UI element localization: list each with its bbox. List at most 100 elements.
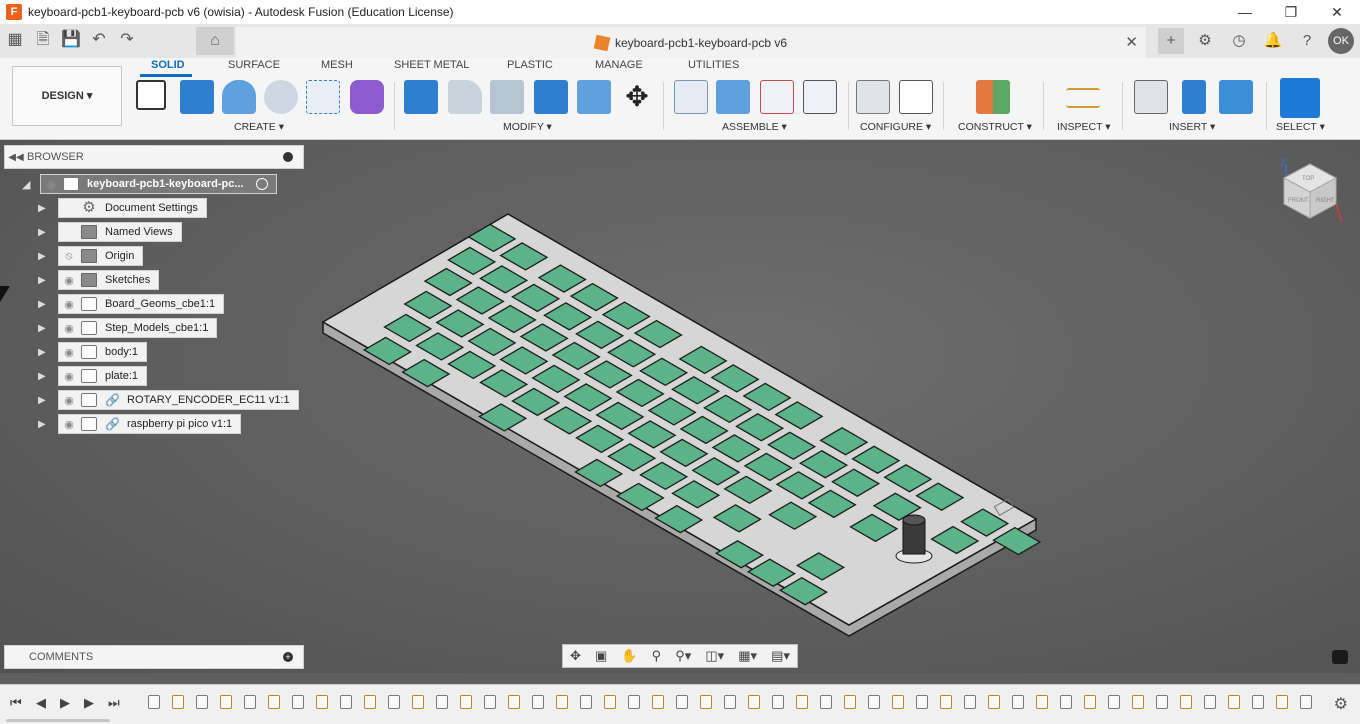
timeline-settings-gear-icon[interactable]: ⚙ — [1334, 694, 1348, 714]
workspace-switcher[interactable]: DESIGN ▾ — [12, 66, 122, 126]
timeline-feature-marker[interactable] — [700, 695, 712, 709]
insert-canvas-icon[interactable] — [1219, 80, 1253, 114]
expand-triangle-icon[interactable]: ▶ — [38, 275, 52, 286]
timeline-feature-marker[interactable] — [820, 695, 832, 709]
revolve-icon[interactable] — [222, 80, 256, 114]
timeline-feature-marker[interactable] — [940, 695, 952, 709]
timeline-feature-marker[interactable] — [1276, 695, 1288, 709]
timeline-feature-marker[interactable] — [1060, 695, 1072, 709]
insert-group-label[interactable]: INSERT ▾ — [1169, 121, 1215, 133]
browser-item[interactable]: ◉ 🔗 raspberry pi pico v1:1 — [58, 414, 242, 434]
timeline-feature-marker[interactable] — [148, 695, 160, 709]
press-pull-icon[interactable] — [404, 80, 438, 114]
offset-plane-icon[interactable] — [976, 80, 1010, 114]
split-body-icon[interactable] — [577, 80, 611, 114]
timeline-feature-marker[interactable] — [772, 695, 784, 709]
timeline-feature-marker[interactable] — [1108, 695, 1120, 709]
timeline-feature-marker[interactable] — [244, 695, 256, 709]
tab-plastic[interactable]: PLASTIC — [507, 59, 553, 71]
account-avatar[interactable]: OK — [1328, 28, 1354, 54]
timeline-track[interactable] — [142, 691, 1322, 711]
visibility-eye-icon[interactable]: ◉ — [59, 298, 79, 311]
extensions-icon[interactable]: ⚙ — [1192, 28, 1218, 54]
timeline-feature-marker[interactable] — [748, 695, 760, 709]
expand-triangle-icon[interactable]: ▶ — [38, 347, 52, 358]
close-icon[interactable]: ✕ — [1314, 0, 1360, 24]
timeline-feature-marker[interactable] — [916, 695, 928, 709]
redo-icon[interactable]: ↷ — [116, 29, 138, 51]
viewcube[interactable]: Z TOP FRONT RIGHT — [1276, 158, 1346, 231]
timeline-feature-marker[interactable] — [1084, 695, 1096, 709]
select-icon[interactable] — [1280, 78, 1320, 118]
look-at-icon[interactable]: ▣ — [595, 648, 607, 664]
visibility-eye-icon[interactable]: ◉ — [41, 178, 61, 191]
shell-icon[interactable] — [490, 80, 524, 114]
joint-icon[interactable] — [716, 80, 750, 114]
data-panel-grid-icon[interactable]: ▦ — [4, 29, 26, 51]
browser-item[interactable]: ◉ Sketches — [58, 270, 160, 290]
browser-item-row[interactable]: ▶ ◉ Sketches — [38, 270, 160, 290]
grid-settings-icon[interactable]: ▦▾ — [738, 648, 757, 664]
close-tab-icon[interactable]: ✕ — [1125, 33, 1138, 51]
measure-icon[interactable] — [1066, 88, 1100, 108]
create-sketch-icon[interactable] — [136, 80, 166, 110]
insert-mcmaster-icon[interactable] — [1182, 80, 1206, 114]
timeline-feature-marker[interactable] — [436, 695, 448, 709]
timeline-feature-marker[interactable] — [388, 695, 400, 709]
new-component-icon[interactable] — [674, 80, 708, 114]
expand-triangle-icon[interactable]: ▶ — [38, 299, 52, 310]
add-comment-icon[interactable]: + — [283, 652, 293, 662]
timeline-feature-marker[interactable] — [484, 695, 496, 709]
browser-item[interactable]: ◉ Board_Geoms_cbe1:1 — [58, 294, 225, 314]
browser-root-row[interactable]: ◢ ◉ keyboard-pcb1-keyboard-pc... — [22, 174, 277, 194]
collapse-browser-icon[interactable]: ◀◀ — [5, 152, 27, 163]
go-to-start-icon[interactable]: ⏮ — [10, 695, 22, 711]
timeline-feature-marker[interactable] — [556, 695, 568, 709]
timeline-feature-marker[interactable] — [604, 695, 616, 709]
timeline-feature-marker[interactable] — [460, 695, 472, 709]
as-built-joint-icon[interactable] — [760, 80, 794, 114]
new-tab-icon[interactable]: + — [1158, 28, 1184, 54]
browser-item[interactable]: ◉ plate:1 — [58, 366, 148, 386]
timeline-feature-marker[interactable] — [1300, 695, 1312, 709]
help-icon[interactable]: ? — [1294, 28, 1320, 54]
create-group-label[interactable]: CREATE ▾ — [234, 121, 284, 133]
configuration-table-icon[interactable] — [899, 80, 933, 114]
timeline-feature-marker[interactable] — [988, 695, 1000, 709]
hole-icon[interactable] — [264, 80, 298, 114]
home-icon[interactable]: ⌂ — [196, 27, 234, 55]
timeline-feature-marker[interactable] — [580, 695, 592, 709]
timeline-feature-marker[interactable] — [292, 695, 304, 709]
file-menu-icon[interactable]: 🗎 — [32, 29, 54, 51]
visibility-eye-icon[interactable]: ◉ — [59, 322, 79, 335]
assemble-group-label[interactable]: ASSEMBLE ▾ — [722, 121, 787, 133]
timeline-feature-marker[interactable] — [1228, 695, 1240, 709]
timeline-feature-marker[interactable] — [508, 695, 520, 709]
timeline-scrollbar[interactable] — [6, 719, 110, 722]
timeline-feature-marker[interactable] — [796, 695, 808, 709]
viewports-icon[interactable]: ▤▾ — [771, 648, 790, 664]
browser-item[interactable]: Named Views — [58, 222, 182, 242]
play-icon[interactable]: ▶ — [60, 695, 70, 711]
visibility-eye-icon[interactable]: ◉ — [59, 274, 79, 287]
visibility-eye-icon[interactable]: ◉ — [59, 346, 79, 359]
activate-radio-icon[interactable] — [255, 178, 268, 190]
expand-triangle-icon[interactable]: ▶ — [38, 323, 52, 334]
minimize-panel-icon[interactable] — [283, 152, 293, 162]
job-status-icon[interactable]: ◷ — [1226, 28, 1252, 54]
timeline-feature-marker[interactable] — [268, 695, 280, 709]
visibility-eye-icon[interactable]: ◉ — [59, 418, 79, 431]
step-forward-icon[interactable]: ▶ — [84, 695, 94, 711]
display-settings-icon[interactable]: ◫▾ — [705, 648, 724, 664]
save-icon[interactable]: 💾 — [60, 29, 82, 51]
configure-group-label[interactable]: CONFIGURE ▾ — [860, 121, 931, 133]
joint-origin-icon[interactable] — [803, 80, 837, 114]
tab-surface[interactable]: SURFACE — [228, 59, 280, 71]
browser-item-row[interactable]: ▶ ◉ 🔗 raspberry pi pico v1:1 — [38, 414, 242, 434]
timeline-feature-marker[interactable] — [892, 695, 904, 709]
configure-model-icon[interactable] — [856, 80, 890, 114]
step-back-icon[interactable]: ◀ — [36, 695, 46, 711]
orbit-icon[interactable]: ✥ — [570, 648, 581, 664]
select-group-label[interactable]: SELECT ▾ — [1276, 121, 1325, 133]
timeline-feature-marker[interactable] — [172, 695, 184, 709]
